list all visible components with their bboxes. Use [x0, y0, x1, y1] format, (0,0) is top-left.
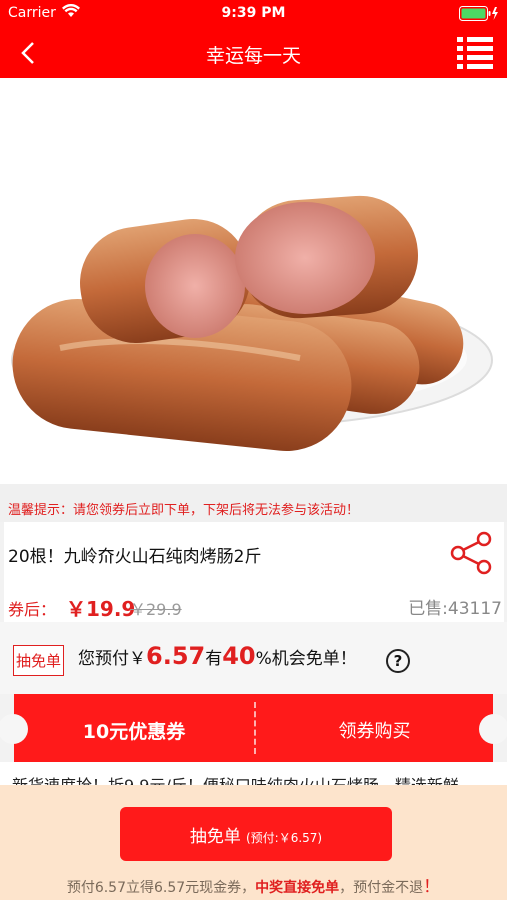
page-title: 幸运每一天 — [205, 45, 301, 67]
coupon-value: 10元优惠券 — [82, 721, 186, 743]
menu-list-icon[interactable] — [455, 34, 495, 72]
prepay-amount: 6.57 — [146, 642, 206, 670]
price-label: 券后： — [8, 600, 57, 619]
draw-prefix: 您预付￥ — [78, 649, 146, 669]
draw-suffix: %机会免单！ — [255, 649, 357, 669]
free-order-draw-button[interactable]: 抽免单 (预付:￥6.57) — [120, 807, 392, 861]
help-icon[interactable]: ? — [386, 649, 410, 673]
win-percent: 40 — [222, 642, 256, 670]
get-coupon-buy-button[interactable]: 领券购买 — [256, 717, 493, 743]
hint-prefix: 预付6.57立得6.57元现金券， — [66, 880, 256, 896]
share-icon[interactable] — [448, 530, 494, 576]
sold-count: 已售:43117 — [408, 599, 502, 619]
draw-button-prepay: (预付:￥6.57) — [245, 831, 323, 845]
draw-button-label: 抽免单 — [189, 827, 241, 847]
notice-banner: 温馨提示：请您领券后立即下单，下架后将无法参与该活动！ — [0, 484, 507, 522]
draw-description: 您预付￥6.57有40%机会免单！ — [78, 642, 357, 670]
clock: 9:39 PM — [221, 5, 286, 21]
product-description: 新货速度抢！折9.9元/斤！便秘口味纯肉火山石烤肠，精选新鲜 — [0, 762, 507, 786]
product-image — [0, 78, 507, 484]
battery-icon — [459, 6, 498, 21]
coupon-price: ￥19.9 — [66, 597, 136, 621]
product-name: 20根！九岭夼火山石纯肉烤肠2斤 — [8, 547, 262, 567]
free-order-tag: 抽免单 — [13, 645, 65, 676]
hint-highlight: 中奖直接免单 — [255, 880, 340, 896]
coupon-banner[interactable]: 10元优惠券 领券购买 — [0, 694, 507, 762]
product-info-card: 20根！九岭夼火山石纯肉烤肠2斤 券后： ￥19.9 ￥29.9 已售:4311… — [4, 522, 504, 622]
prepay-hint: 预付6.57立得6.57元现金券，中奖直接免单，预付金不退！ — [0, 872, 507, 897]
sausage-plate-illustration — [11, 195, 493, 451]
navigation-bar: 幸运每一天 — [0, 28, 507, 78]
bottom-action-bar: 抽免单 (预付:￥6.57) 预付6.57立得6.57元现金券，中奖直接免单，预… — [0, 785, 507, 900]
hint-mark: ！ — [423, 877, 441, 897]
original-price: ￥29.9 — [130, 600, 182, 619]
status-bar: Carrier 9:39 PM — [0, 0, 507, 28]
free-order-draw-row: 抽免单 您预付￥6.57有40%机会免单！ ? — [0, 622, 507, 694]
hint-suffix: ，预付金不退 — [339, 880, 424, 896]
draw-mid: 有 — [205, 649, 223, 669]
